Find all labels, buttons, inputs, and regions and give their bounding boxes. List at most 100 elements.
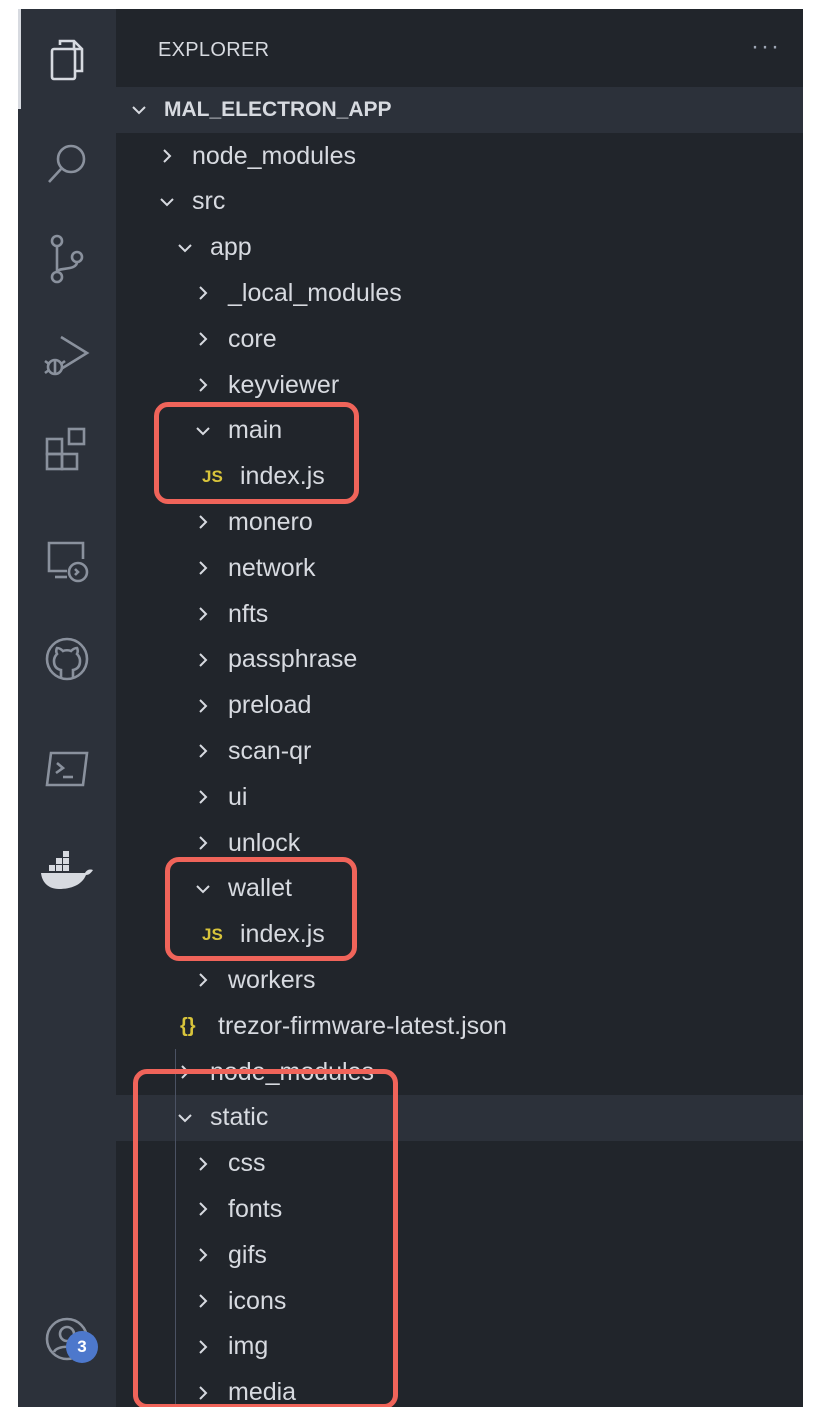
indent-guide (175, 1049, 176, 1407)
terminal-button[interactable] (18, 729, 116, 809)
tree-folder-item[interactable]: monero (116, 499, 803, 545)
tree-item-label: network (228, 553, 316, 582)
tree-folder-item[interactable]: src (116, 179, 803, 225)
remote-explorer-icon (47, 541, 89, 583)
chevron-right-icon (192, 1382, 214, 1404)
workspace-root-label: MAL_ELECTRON_APP (164, 98, 392, 121)
files-icon (50, 39, 84, 81)
chevron-down-icon (192, 878, 214, 900)
chevron-down-icon (156, 191, 178, 213)
chevron-down-icon (174, 1107, 196, 1129)
chevron-down-icon (192, 420, 214, 442)
tree-folder-item[interactable]: scan-qr (116, 728, 803, 774)
chevron-right-icon (156, 145, 178, 167)
activity-bar: 3 (18, 9, 116, 1407)
chevron-right-icon (192, 1198, 214, 1220)
tree-item-label: unlock (228, 828, 301, 857)
docker-button[interactable] (18, 831, 116, 911)
tree-item-label: main (228, 416, 283, 445)
github-button[interactable] (18, 619, 116, 699)
chevron-right-icon (192, 740, 214, 762)
chevron-right-icon (192, 695, 214, 717)
extensions-button[interactable] (18, 409, 116, 489)
tree-folder-item[interactable]: workers (116, 957, 803, 1003)
chevron-right-icon (192, 603, 214, 625)
tree-folder-item[interactable]: css (116, 1141, 803, 1187)
tree-folder-item[interactable]: main (116, 408, 803, 454)
tree-folder-item[interactable]: unlock (116, 820, 803, 866)
tree-item-label: ui (228, 782, 248, 811)
tree-item-label: icons (228, 1286, 287, 1315)
chevron-right-icon (192, 1336, 214, 1358)
search-button[interactable] (18, 124, 116, 204)
chevron-down-icon (128, 99, 150, 121)
tree-item-label: wallet (228, 874, 292, 903)
tree-item-label: nfts (228, 599, 269, 628)
chevron-right-icon (192, 511, 214, 533)
tree-item-label: index.js (240, 920, 325, 949)
github-icon (45, 637, 89, 681)
tree-folder-item[interactable]: wallet (116, 866, 803, 912)
tree-item-label: gifs (228, 1240, 267, 1269)
tree-item-label: trezor-firmware-latest.json (218, 1011, 507, 1040)
remote-explorer-button[interactable] (18, 521, 116, 601)
tree-item-label: keyviewer (228, 370, 340, 399)
docker-icon (41, 851, 93, 889)
tree-item-label: node_modules (210, 1057, 375, 1086)
tree-item-label: css (228, 1149, 266, 1178)
source-control-icon (50, 234, 84, 284)
javascript-file-icon: JS (202, 924, 223, 944)
more-actions-icon[interactable]: ··· (751, 33, 781, 61)
tree-item-label: _local_modules (228, 278, 402, 307)
run-debug-button[interactable] (18, 315, 116, 395)
tree-file-item[interactable]: {} trezor-firmware-latest.json (116, 1003, 803, 1049)
search-icon (48, 144, 86, 183)
tree-folder-item[interactable]: core (116, 316, 803, 362)
tree-folder-item[interactable]: gifs (116, 1232, 803, 1278)
sidebar-header: EXPLORER ··· (116, 9, 803, 87)
accounts-badge: 3 (66, 1331, 98, 1363)
tree-folder-item[interactable]: nfts (116, 591, 803, 637)
chevron-right-icon (192, 786, 214, 808)
tree-file-item[interactable]: JS index.js (116, 454, 803, 500)
tree-item-label: app (210, 233, 252, 262)
chevron-right-icon (192, 328, 214, 350)
tree-folder-item[interactable]: network (116, 545, 803, 591)
tree-folder-item[interactable]: keyviewer (116, 362, 803, 408)
json-file-icon: {} (180, 1014, 196, 1037)
tree-folder-item[interactable]: node_modules (116, 133, 803, 179)
run-debug-icon (44, 335, 90, 376)
tree-item-label: passphrase (228, 645, 358, 674)
tree-folder-item[interactable]: media (116, 1370, 803, 1407)
tree-item-label: node_modules (192, 141, 357, 170)
tree-item-label: img (228, 1332, 269, 1361)
tree-file-item[interactable]: JS index.js (116, 912, 803, 958)
chevron-right-icon (192, 374, 214, 396)
tree-item-label: workers (228, 965, 316, 994)
tree-item-label: src (192, 187, 226, 216)
tree-folder-item[interactable]: preload (116, 683, 803, 729)
tree-item-label: core (228, 324, 277, 353)
workspace-root[interactable]: MAL_ELECTRON_APP (116, 87, 803, 133)
tree-folder-item[interactable]: fonts (116, 1186, 803, 1232)
terminal-icon (45, 751, 89, 787)
tree-item-label: fonts (228, 1194, 283, 1223)
chevron-right-icon (192, 1153, 214, 1175)
tree-folder-item[interactable]: static (116, 1094, 803, 1141)
explorer-button[interactable] (18, 19, 116, 99)
extensions-icon (45, 427, 86, 471)
tree-item-label: index.js (240, 462, 325, 491)
chevron-right-icon (192, 649, 214, 671)
tree-folder-item[interactable]: node_modules (116, 1049, 803, 1095)
tree-folder-item[interactable]: _local_modules (116, 270, 803, 316)
tree-folder-item[interactable]: img (116, 1324, 803, 1370)
source-control-button[interactable] (18, 219, 116, 299)
tree-folder-item[interactable]: icons (116, 1278, 803, 1324)
tree-folder-item[interactable]: ui (116, 774, 803, 820)
tree-folder-item[interactable]: app (116, 225, 803, 271)
chevron-right-icon (192, 282, 214, 304)
chevron-right-icon (192, 832, 214, 854)
sidebar-title: EXPLORER (158, 39, 270, 61)
tree-item-label: scan-qr (228, 736, 312, 765)
tree-folder-item[interactable]: passphrase (116, 637, 803, 683)
